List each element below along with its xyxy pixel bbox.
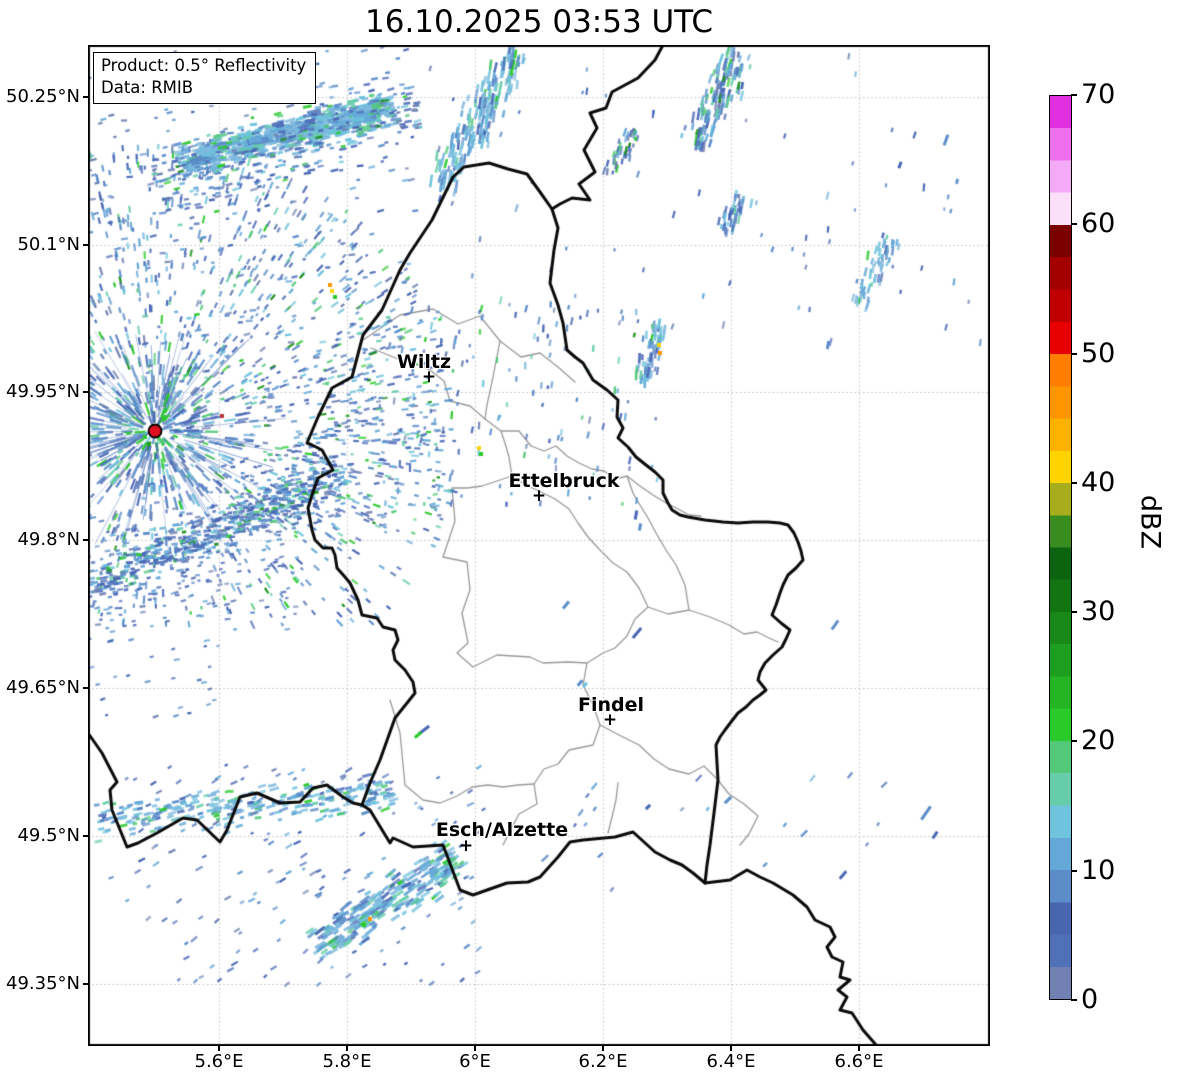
lon-tick-mark xyxy=(858,1046,860,1051)
colorbar-tick-mark xyxy=(1071,869,1077,872)
lat-tick-label: 49.35°N xyxy=(6,973,80,994)
lat-tick-label: 49.95°N xyxy=(6,381,80,402)
lat-tick-mark xyxy=(83,96,88,98)
lat-tick-mark xyxy=(83,391,88,393)
colorbar-tick-mark xyxy=(1071,740,1077,743)
lat-tick-label: 49.5°N xyxy=(17,825,80,846)
lat-tick-label: 50.1°N xyxy=(17,234,80,255)
city-marker-icon: + xyxy=(602,709,618,730)
lat-tick-mark xyxy=(83,983,88,985)
lat-tick-label: 50.25°N xyxy=(6,86,80,107)
city-marker-icon: + xyxy=(421,366,437,387)
lon-tick-label: 6.2°E xyxy=(578,1051,628,1072)
lon-tick-label: 5.8°E xyxy=(322,1051,372,1072)
colorbar-unit-label: dBZ xyxy=(1134,494,1166,550)
colorbar-tick-mark xyxy=(1071,94,1077,96)
lon-tick-mark xyxy=(218,1046,220,1051)
lat-tick-mark xyxy=(83,244,88,246)
colorbar-tick-label: 50 xyxy=(1081,337,1116,369)
figure-title: 16.10.2025 03:53 UTC xyxy=(365,4,713,40)
colorbar-tick-label: 20 xyxy=(1081,725,1116,757)
lat-tick-mark xyxy=(83,539,88,541)
lon-tick-mark xyxy=(602,1046,604,1051)
lon-tick-mark xyxy=(346,1046,348,1051)
radar-figure: 16.10.2025 03:53 UTC Product: 0.5° Refle… xyxy=(0,0,1184,1081)
city-marker-icon: + xyxy=(531,485,547,506)
lat-tick-label: 49.65°N xyxy=(6,677,80,698)
city-label-ettelbruck: Ettelbruck xyxy=(508,470,620,492)
map-plot: Product: 0.5° Reflectivity Data: RMIB Wi… xyxy=(88,45,990,1046)
colorbar-tick-label: 0 xyxy=(1081,984,1099,1015)
lat-tick-mark xyxy=(83,687,88,689)
lat-tick-mark xyxy=(83,835,88,837)
lon-tick-label: 6.6°E xyxy=(834,1051,884,1072)
product-info-box: Product: 0.5° Reflectivity Data: RMIB xyxy=(93,52,317,104)
colorbar-tick-label: 30 xyxy=(1081,596,1116,628)
lon-tick-mark xyxy=(730,1046,732,1051)
colorbar-tick-mark xyxy=(1071,611,1077,614)
lon-tick-mark xyxy=(474,1046,476,1051)
product-line: Product: 0.5° Reflectivity xyxy=(101,56,307,75)
colorbar-tick-label: 10 xyxy=(1081,854,1116,886)
colorbar-tick-label: 60 xyxy=(1081,208,1116,240)
colorbar-tick-mark xyxy=(1071,223,1077,226)
lon-tick-label: 6°E xyxy=(459,1051,491,1072)
colorbar-tick-mark xyxy=(1071,999,1077,1001)
city-marker-icon: + xyxy=(458,835,474,856)
colorbar-gradient xyxy=(1049,95,1072,1000)
lon-tick-label: 5.6°E xyxy=(194,1051,244,1072)
colorbar-tick-mark xyxy=(1071,481,1077,484)
data-source-line: Data: RMIB xyxy=(101,77,194,97)
lon-tick-label: 6.4°E xyxy=(706,1051,756,1072)
colorbar-tick-mark xyxy=(1071,352,1077,355)
city-label-esch-alzette: Esch/Alzette xyxy=(435,819,569,841)
colorbar-tick-label: 70 xyxy=(1081,79,1116,110)
radar-map-canvas xyxy=(88,45,990,1046)
lat-tick-label: 49.8°N xyxy=(17,529,80,550)
